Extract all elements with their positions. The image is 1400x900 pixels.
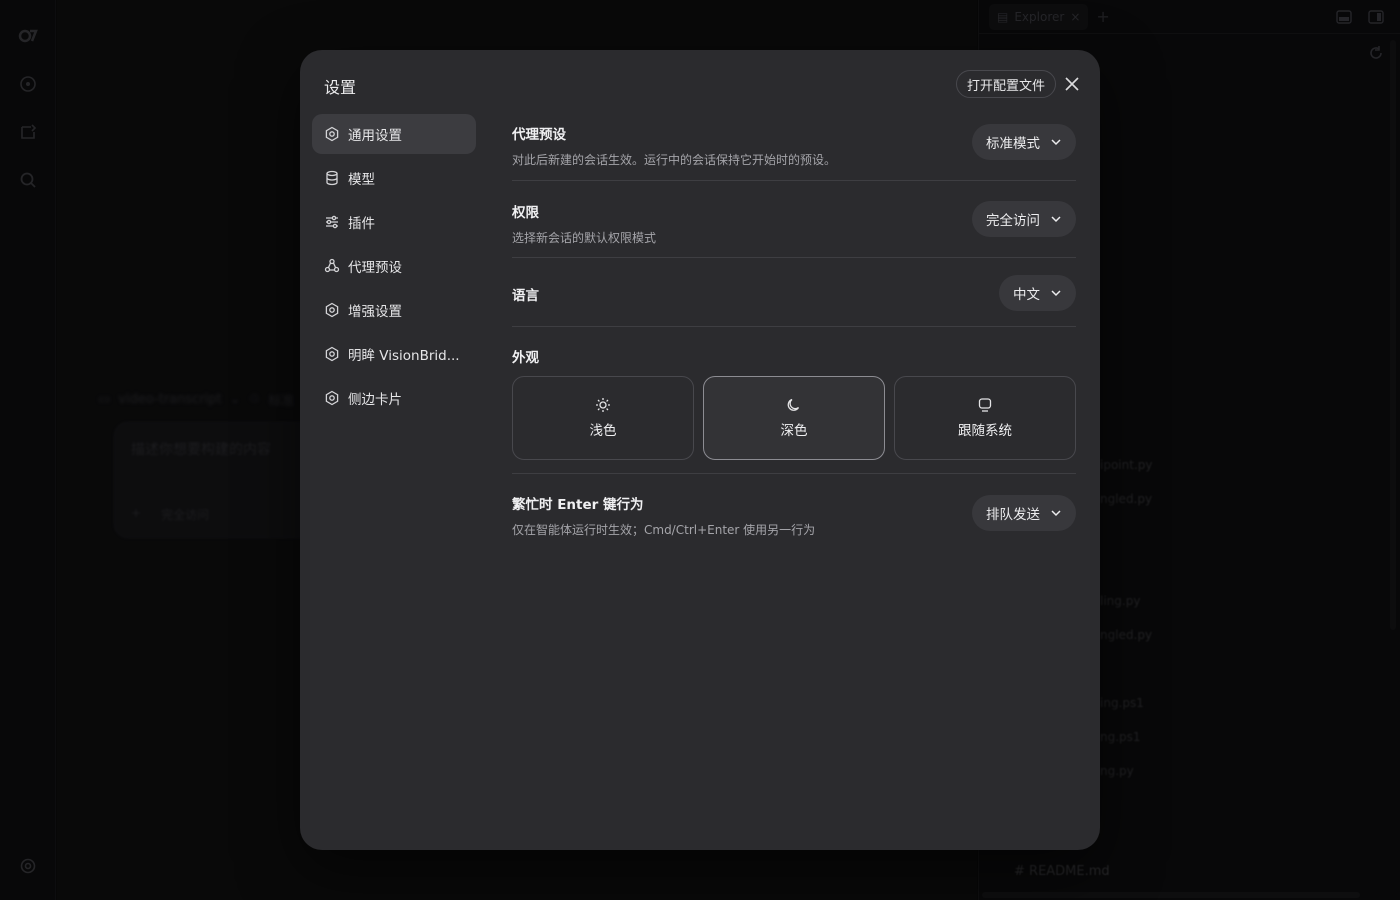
select-value: 中文: [1013, 287, 1040, 303]
appearance-light-option[interactable]: 浅色: [512, 376, 694, 460]
close-icon[interactable]: [1062, 74, 1082, 94]
agent-icon: [324, 258, 340, 274]
chevron-down-icon: [1050, 136, 1062, 148]
sidebar-item-visionbridge[interactable]: 明眸 VisionBrid...: [312, 334, 476, 374]
setting-appearance: 外观 浅色 深色 跟随系统: [512, 327, 1076, 474]
appearance-label: 浅色: [589, 423, 617, 439]
busy-enter-select[interactable]: 排队发送: [972, 495, 1076, 531]
sliders-icon: [324, 214, 340, 230]
sidebar-item-label: 通用设置: [348, 128, 402, 144]
appearance-system-option[interactable]: 跟随系统: [894, 376, 1076, 460]
sidebar-item-plugins[interactable]: 插件: [312, 202, 476, 242]
sidebar-item-label: 插件: [348, 216, 375, 232]
setting-agent-preset: 代理预设 对此后新建的会话生效。运行中的会话保持它开始时的预设。 标准模式: [512, 114, 1076, 181]
sidebar-item-label: 代理预设: [348, 260, 402, 276]
settings-content: 代理预设 对此后新建的会话生效。运行中的会话保持它开始时的预设。 标准模式 权限…: [512, 114, 1076, 538]
sidebar-item-agent-presets[interactable]: 代理预设: [312, 246, 476, 286]
open-config-button[interactable]: 打开配置文件: [956, 70, 1057, 98]
appearance-label: 深色: [780, 423, 808, 439]
sidebar-item-general[interactable]: 通用设置: [312, 114, 476, 154]
gear-icon: [324, 126, 340, 142]
setting-language: 语言 中文: [512, 258, 1076, 327]
appearance-options: 浅色 深色 跟随系统: [512, 376, 1076, 460]
sidebar-item-label: 模型: [348, 172, 375, 188]
sidebar-item-side-cards[interactable]: 侧边卡片: [312, 378, 476, 418]
sidebar-item-label: 侧边卡片: [348, 392, 402, 408]
database-icon: [324, 170, 340, 186]
permission-select[interactable]: 完全访问: [972, 201, 1076, 237]
select-value: 完全访问: [986, 213, 1040, 229]
monitor-icon: [977, 397, 993, 413]
sun-icon: [595, 397, 611, 413]
language-select[interactable]: 中文: [999, 275, 1076, 311]
setting-busy-enter: 繁忙时 Enter 键行为 仅在智能体运行时生效；Cmd/Ctrl+Enter …: [512, 474, 1076, 538]
appearance-dark-option[interactable]: 深色: [703, 376, 885, 460]
moon-icon: [786, 397, 802, 413]
setting-permission: 权限 选择新会话的默认权限模式 完全访问: [512, 181, 1076, 258]
chevron-down-icon: [1050, 287, 1062, 299]
settings-modal: 设置 打开配置文件 通用设置 模型 插件 代理预设 增强设置 明眸 Vision…: [300, 50, 1100, 850]
sidebar-item-label: 增强设置: [348, 304, 402, 320]
sidebar-item-label: 明眸 VisionBrid...: [348, 348, 460, 364]
agent-preset-select[interactable]: 标准模式: [972, 124, 1076, 160]
sidebar-item-enhanced[interactable]: 增强设置: [312, 290, 476, 330]
chevron-down-icon: [1050, 213, 1062, 225]
sidebar-item-models[interactable]: 模型: [312, 158, 476, 198]
select-value: 标准模式: [986, 136, 1040, 152]
setting-title: 语言: [512, 288, 539, 304]
settings-sidebar: 通用设置 模型 插件 代理预设 增强设置 明眸 VisionBrid... 侧边…: [312, 114, 476, 422]
setting-title: 外观: [512, 350, 539, 366]
appearance-label: 跟随系统: [958, 423, 1012, 439]
gear-icon: [324, 390, 340, 406]
modal-title: 设置: [324, 78, 357, 97]
select-value: 排队发送: [986, 507, 1040, 523]
chevron-down-icon: [1050, 507, 1062, 519]
gear-icon: [324, 302, 340, 318]
gear-icon: [324, 346, 340, 362]
